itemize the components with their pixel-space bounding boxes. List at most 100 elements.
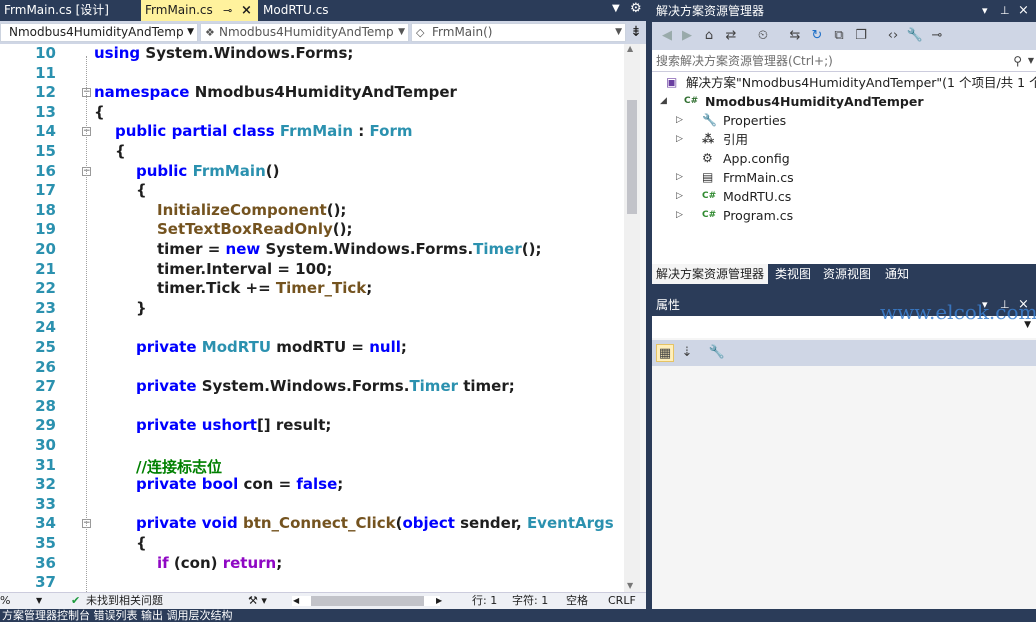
refresh-icon[interactable]: ↻ <box>808 27 826 45</box>
alphabetical-sort-icon[interactable]: ⇣ <box>678 344 696 362</box>
close-icon[interactable]: × <box>241 0 252 21</box>
collapsed-arrow-icon[interactable]: ▷ <box>676 130 683 149</box>
categorized-icon[interactable]: ▦ <box>656 344 674 362</box>
tab-class-view[interactable]: 类视图 <box>771 264 815 284</box>
whitespace-indicator[interactable]: 空格 <box>566 593 588 609</box>
code-line[interactable]: 23} <box>0 299 624 319</box>
code-line[interactable]: 22 timer.Tick += Timer_Tick; <box>0 279 624 299</box>
code-line[interactable]: 34− private void btn_Connect_Click(object… <box>0 514 624 534</box>
horizontal-scrollbar-thumb[interactable] <box>311 596 424 606</box>
code-line[interactable]: 27 private System.Windows.Forms.Timer tim… <box>0 377 624 397</box>
preview-icon[interactable]: ⊸ <box>928 27 946 45</box>
tree-item[interactable]: ⚙ App.config <box>652 149 1036 168</box>
show-all-files-icon[interactable]: ❐ <box>852 27 870 45</box>
tree-item[interactable]: ◢ C# Nmodbus4HumidityAndTemper <box>652 92 1036 111</box>
properties-wrench-icon[interactable]: 🔧 <box>906 27 924 45</box>
tree-item[interactable]: ▷ C# ModRTU.cs <box>652 187 1036 206</box>
tab-modrtu-cs[interactable]: ModRTU.cs <box>259 0 359 21</box>
tree-item[interactable]: ▷ ⁂ 引用 <box>652 130 1036 149</box>
search-icon[interactable]: ⚲ <box>1013 50 1022 72</box>
scroll-up-icon[interactable]: ▲ <box>627 44 633 53</box>
code-line[interactable]: 24 <box>0 318 624 338</box>
code-line[interactable]: 33 <box>0 495 624 515</box>
code-line[interactable]: 16− public FrmMain() <box>0 162 624 182</box>
member-dropdown[interactable]: ◇ FrmMain() ▼ <box>411 23 626 42</box>
code-line[interactable]: 28 <box>0 397 624 417</box>
bottom-tool-tabs[interactable]: 方案管理器控制台 错误列表 输出 调用层次结构 <box>0 609 1036 622</box>
tree-item[interactable]: ▷ 🔧 Properties <box>652 111 1036 130</box>
chevron-down-icon[interactable]: ▼ <box>36 593 42 609</box>
line-number: 20 <box>35 240 56 258</box>
code-line[interactable]: 31 //连接标志位 <box>0 456 624 476</box>
code-line[interactable]: 11 <box>0 64 624 84</box>
code-line[interactable]: 14− public partial class FrmMain : Form <box>0 122 624 142</box>
solution-search-input[interactable]: 搜索解决方案资源管理器(Ctrl+;) ⚲ ▼ <box>652 50 1036 72</box>
line-number: 34 <box>35 514 56 533</box>
code-line[interactable]: 32 private bool con = false; <box>0 475 624 495</box>
switch-views-icon[interactable]: ⇄ <box>722 27 740 45</box>
vertical-scrollbar[interactable]: ▲ ▼ <box>624 44 640 592</box>
code-line[interactable]: 35 { <box>0 534 624 554</box>
tab-list-dropdown-icon[interactable]: ▼ <box>612 3 620 14</box>
scroll-down-icon[interactable]: ▼ <box>627 581 633 590</box>
code-line[interactable]: 36 if (con) return; <box>0 554 624 574</box>
window-position-dropdown-icon[interactable]: ▾ <box>982 0 988 22</box>
collapsed-arrow-icon[interactable]: ▷ <box>676 187 683 206</box>
line-number: 13 <box>35 102 56 121</box>
forward-icon[interactable]: ▶ <box>678 27 696 45</box>
zoom-level[interactable]: % <box>0 593 10 609</box>
pending-changes-icon[interactable]: ⏲ <box>754 27 772 45</box>
code-line[interactable]: 30 <box>0 436 624 456</box>
collapse-all-icon[interactable]: ⧉ <box>830 27 848 45</box>
cleanup-brush-icon[interactable]: ⚒ ▾ <box>248 593 267 609</box>
tree-item[interactable]: ▣ 解决方案"Nmodbus4HumidityAndTemper"(1 个项目/共… <box>652 73 1036 92</box>
scroll-left-icon[interactable]: ◀ <box>293 593 299 609</box>
scroll-right-icon[interactable]: ▶ <box>436 593 442 609</box>
code-line[interactable]: 25 private ModRTU modRTU = null; <box>0 338 624 358</box>
sync-icon[interactable]: ⇆ <box>786 27 804 45</box>
split-editor-icon[interactable]: ⇟ <box>626 21 646 44</box>
back-icon[interactable]: ◀ <box>658 27 676 45</box>
code-text: { <box>136 534 147 552</box>
line-ending-indicator[interactable]: CRLF <box>608 593 636 609</box>
collapsed-arrow-icon[interactable]: ▷ <box>676 168 683 187</box>
code-line[interactable]: 20 timer = new System.Windows.Forms.Timer… <box>0 240 624 260</box>
pin-icon[interactable]: ⊥ <box>1000 0 1010 22</box>
tree-item-label: App.config <box>723 151 790 166</box>
code-line[interactable]: 19 SetTextBoxReadOnly(); <box>0 220 624 240</box>
tab-resource-view[interactable]: 资源视图 <box>819 264 875 284</box>
code-line[interactable]: 10 using System.Windows.Forms; <box>0 44 624 64</box>
code-line[interactable]: 13 { <box>0 103 624 123</box>
code-line[interactable]: 21 timer.Interval = 100; <box>0 260 624 280</box>
properties-panel: 属性 ▾ ⊥ × ▼ ▦ ⇣ 🔧 <box>652 294 1036 609</box>
home-icon[interactable]: ⌂ <box>700 27 718 45</box>
gear-icon[interactable]: ⚙ <box>630 1 642 16</box>
code-line[interactable]: 15 { <box>0 142 624 162</box>
property-pages-wrench-icon[interactable]: 🔧 <box>708 344 726 362</box>
tab-frmmain-cs[interactable]: FrmMain.cs ⊸ × <box>141 0 258 21</box>
tab-notifications[interactable]: 通知 <box>881 264 913 284</box>
collapsed-arrow-icon[interactable]: ▷ <box>676 206 683 225</box>
tree-item[interactable]: ▷ C# Program.cs <box>652 206 1036 225</box>
expanded-arrow-icon[interactable]: ◢ <box>660 92 667 111</box>
class-dropdown[interactable]: ❖ Nmodbus4HumidityAndTemp ▼ <box>200 23 409 42</box>
code-line[interactable]: 29 private ushort[] result; <box>0 416 624 436</box>
pin-icon[interactable]: ⊸ <box>223 0 232 21</box>
line-indicator: 行: 1 <box>472 594 498 607</box>
chevron-down-icon[interactable]: ▼ <box>1028 50 1034 72</box>
code-text-area[interactable]: 10 using System.Windows.Forms; 11 12− namesp… <box>0 44 624 592</box>
code-line[interactable]: 12− namespace Nmodbus4HumidityAndTemper <box>0 83 624 103</box>
view-code-icon[interactable]: ‹› <box>884 27 902 45</box>
code-line[interactable]: 17 { <box>0 181 624 201</box>
scrollbar-thumb[interactable] <box>627 100 637 214</box>
collapsed-arrow-icon[interactable]: ▷ <box>676 111 683 130</box>
tab-frmmain-designer[interactable]: FrmMain.cs [设计] <box>0 0 140 21</box>
code-line[interactable]: 37 <box>0 573 624 592</box>
issues-status[interactable]: 未找到相关问题 <box>86 593 163 609</box>
code-line[interactable]: 26 <box>0 358 624 378</box>
code-line[interactable]: 18 InitializeComponent(); <box>0 201 624 221</box>
tab-solution-explorer[interactable]: 解决方案资源管理器 <box>652 264 769 284</box>
tree-item[interactable]: ▷ ▤ FrmMain.cs <box>652 168 1036 187</box>
close-icon[interactable]: × <box>1018 0 1029 22</box>
project-dropdown[interactable]: Nmodbus4HumidityAndTemp ▼ <box>0 23 198 42</box>
